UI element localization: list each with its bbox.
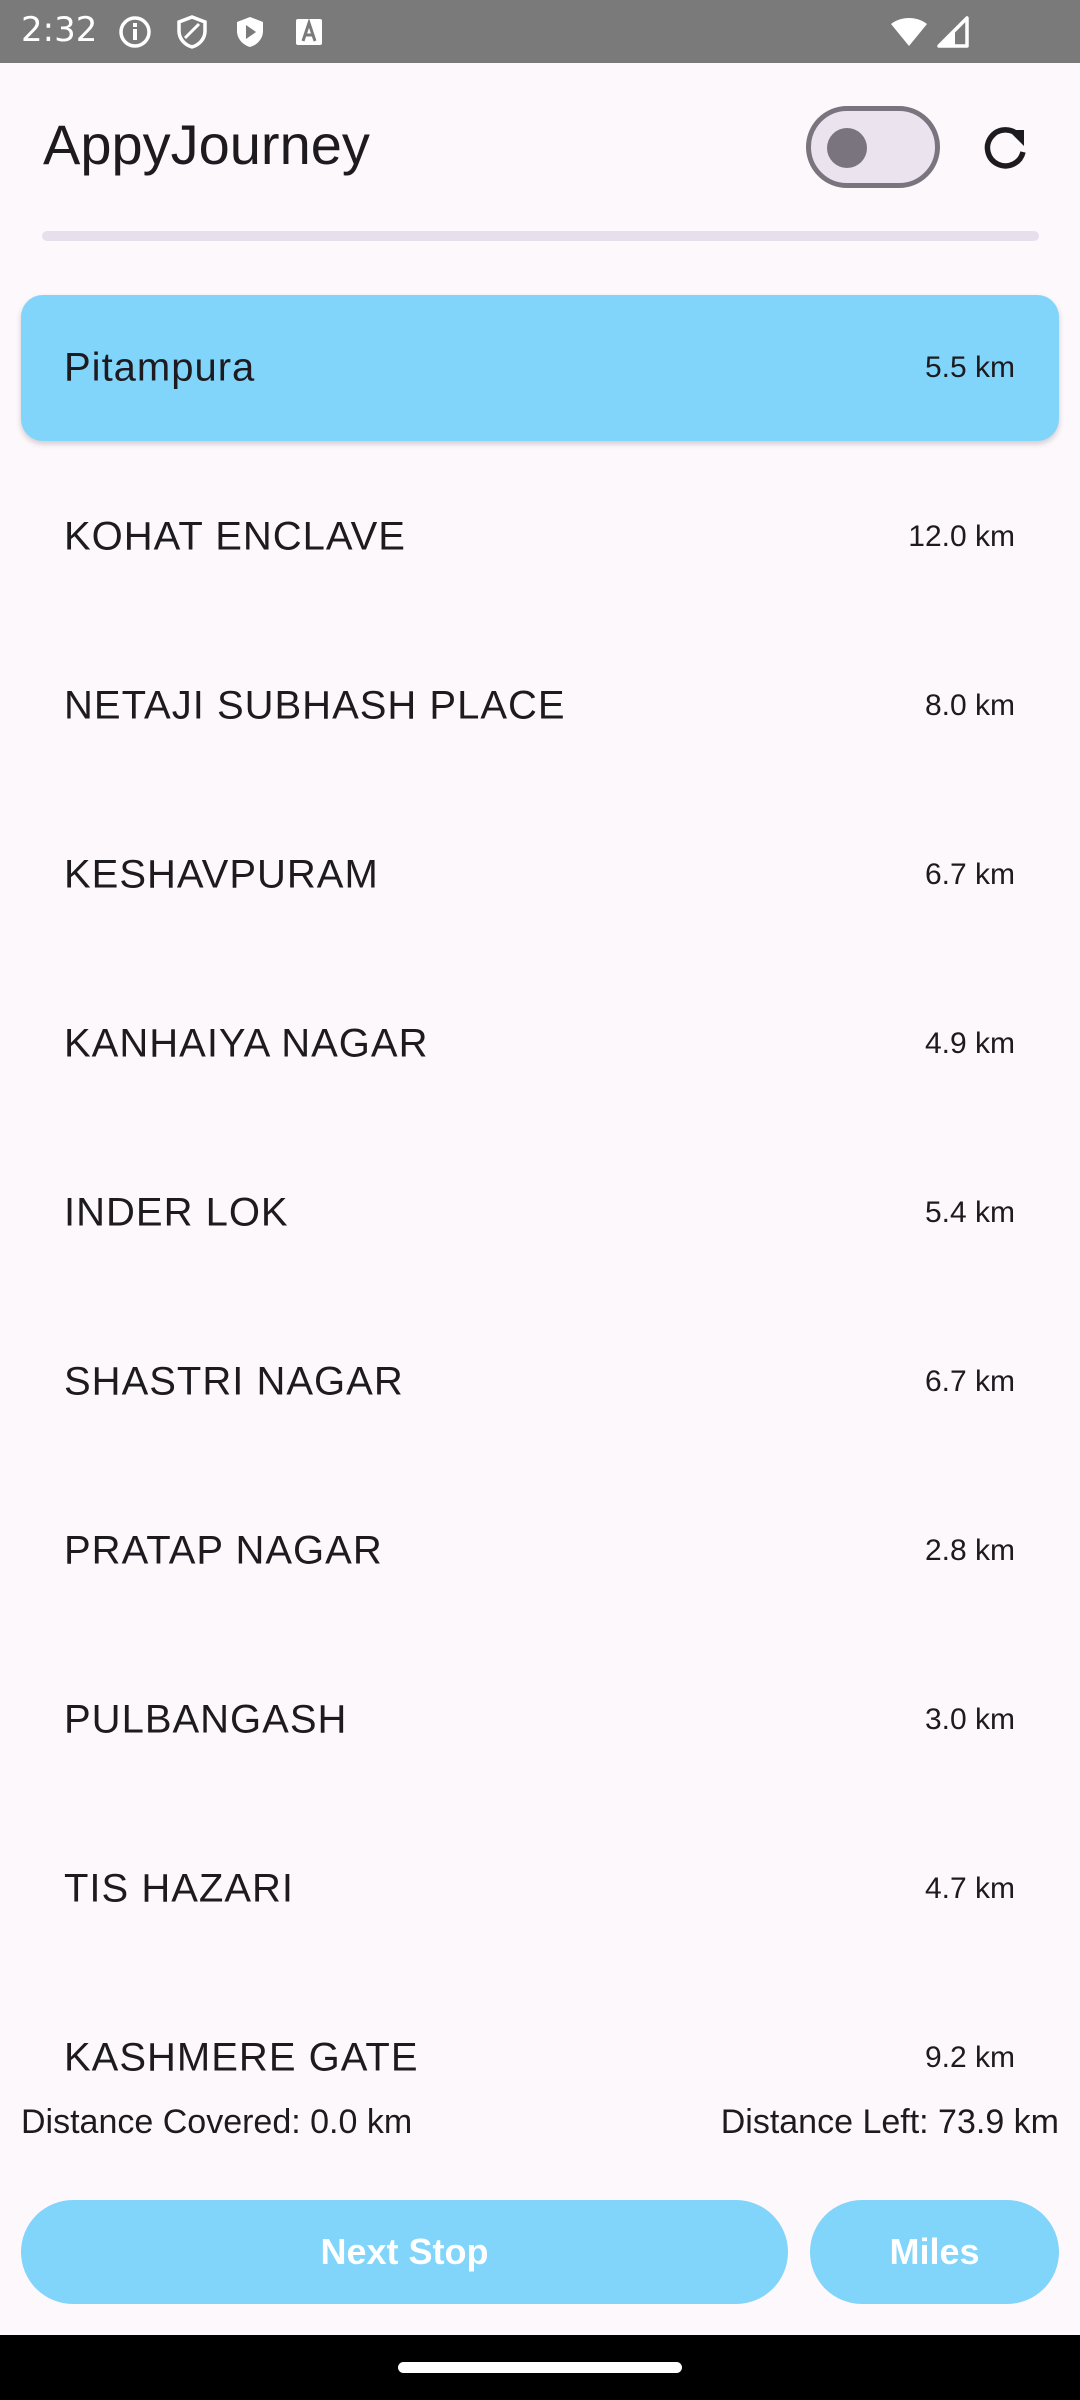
- stop-name: SHASTRI NAGAR: [64, 1359, 404, 1404]
- stop-name: KESHAVPURAM: [64, 852, 379, 897]
- stop-list-item[interactable]: KESHAVPURAM 6.7 km: [21, 802, 1059, 948]
- stop-list-item[interactable]: KANHAIYA NAGAR 4.9 km: [21, 971, 1059, 1117]
- toggle-thumb: [827, 128, 867, 168]
- stop-list[interactable]: Pitampura 5.5 km KOHAT ENCLAVE 12.0 km NETAJ…: [0, 292, 1080, 2077]
- stop-list-item[interactable]: PRATAP NAGAR 2.8 km: [21, 1478, 1059, 1624]
- status-time: 2:32: [21, 10, 98, 50]
- stop-name: KANHAIYA NAGAR: [64, 1021, 429, 1066]
- navigation-bar: [0, 2335, 1080, 2400]
- stop-name: NETAJI SUBHASH PLACE: [64, 683, 566, 728]
- next-stop-button[interactable]: Next Stop: [21, 2200, 788, 2304]
- app-screen: 2:32 AppyJourney Pitampura 5.5 km KOHAT …: [0, 0, 1080, 2400]
- shield-icon: [177, 15, 207, 49]
- font-a-icon: [296, 18, 322, 45]
- journey-progress-bar: [42, 231, 1039, 241]
- home-gesture-handle[interactable]: [398, 2362, 682, 2373]
- stop-list-item[interactable]: NETAJI SUBHASH PLACE 8.0 km: [21, 633, 1059, 779]
- stop-distance: 8.0 km: [924, 689, 1015, 722]
- stop-name: INDER LOK: [64, 1190, 289, 1235]
- play-shield-icon: [237, 17, 263, 47]
- app-title: AppyJourney: [43, 113, 370, 176]
- stop-list-item[interactable]: KOHAT ENCLAVE 12.0 km: [21, 464, 1059, 610]
- distance-left-label: Distance Left: 73.9 km: [720, 2103, 1059, 2141]
- cellular-signal-icon: [937, 16, 969, 48]
- distance-covered-label: Distance Covered: 0.0 km: [21, 2103, 413, 2141]
- status-bar: 2:32: [0, 0, 1080, 63]
- stop-distance: 3.0 km: [924, 1703, 1015, 1736]
- stop-list-item[interactable]: PULBANGASH 3.0 km: [21, 1647, 1059, 1793]
- stop-distance: 2.8 km: [924, 1534, 1015, 1567]
- stop-distance: 4.9 km: [924, 1027, 1015, 1060]
- info-icon: [119, 16, 151, 48]
- stop-distance: 12.0 km: [908, 520, 1015, 553]
- stop-distance: 6.7 km: [924, 1365, 1015, 1398]
- stop-list-item[interactable]: INDER LOK 5.4 km: [21, 1140, 1059, 1286]
- refresh-icon[interactable]: [976, 118, 1036, 178]
- stop-name: Pitampura: [64, 345, 256, 390]
- stop-list-item[interactable]: SHASTRI NAGAR 6.7 km: [21, 1309, 1059, 1455]
- stop-name: PULBANGASH: [64, 1697, 348, 1742]
- stop-list-item[interactable]: KASHMERE GATE 9.2 km: [21, 1985, 1059, 2078]
- stop-list-item[interactable]: Pitampura 5.5 km: [21, 295, 1059, 441]
- stop-name: TIS HAZARI: [64, 1866, 295, 1911]
- stop-name: PRATAP NAGAR: [64, 1528, 383, 1573]
- mode-toggle[interactable]: [806, 106, 940, 188]
- stop-distance: 5.4 km: [924, 1196, 1015, 1229]
- wifi-icon: [891, 18, 927, 46]
- miles-button[interactable]: Miles: [810, 2200, 1059, 2304]
- stop-distance: 9.2 km: [924, 2041, 1015, 2074]
- stop-distance: 5.5 km: [924, 351, 1015, 384]
- stop-name: KOHAT ENCLAVE: [64, 514, 406, 559]
- stop-list-item[interactable]: TIS HAZARI 4.7 km: [21, 1816, 1059, 1962]
- stop-distance: 4.7 km: [924, 1872, 1015, 1905]
- stop-name: KASHMERE GATE: [64, 2035, 419, 2078]
- stop-distance: 6.7 km: [924, 858, 1015, 891]
